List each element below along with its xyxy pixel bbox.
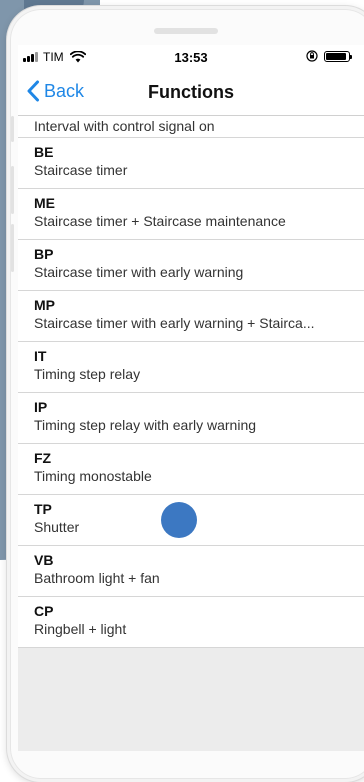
list-item-code: MP bbox=[34, 297, 55, 313]
touch-indicator bbox=[161, 502, 197, 538]
list-item-mp[interactable]: MP Staircase timer with early warning + … bbox=[18, 291, 364, 342]
list-item-code: CP bbox=[34, 603, 54, 619]
list-item-code: BE bbox=[34, 144, 54, 160]
list-item-description: Staircase timer with early warning bbox=[34, 264, 244, 280]
list-item-code: IT bbox=[34, 348, 47, 364]
list-item-code: BP bbox=[34, 246, 54, 262]
list-item-description: Interval with control signal on bbox=[34, 118, 215, 134]
orientation-lock-icon bbox=[306, 50, 318, 62]
list-item-interval-control-on[interactable]: Interval with control signal on bbox=[18, 116, 364, 138]
list-item-me[interactable]: ME Staircase timer + Staircase maintenan… bbox=[18, 189, 364, 240]
list-item-description: Timing monostable bbox=[34, 468, 152, 484]
list-item-description: Staircase timer bbox=[34, 162, 128, 178]
list-item-fz[interactable]: FZ Timing monostable bbox=[18, 444, 364, 495]
list-item-code: FZ bbox=[34, 450, 52, 466]
list-item-vb[interactable]: VB Bathroom light + fan bbox=[18, 546, 364, 597]
battery-icon bbox=[324, 50, 352, 62]
list-item-ip[interactable]: IP Timing step relay with early warning bbox=[18, 393, 364, 444]
list-item-bp[interactable]: BP Staircase timer with early warning bbox=[18, 240, 364, 291]
navigation-bar: Back Functions bbox=[18, 71, 364, 116]
list-item-cp[interactable]: CP Ringbell + light bbox=[18, 597, 364, 648]
app-screen: TIM 13:53 Back Functions Interval with c… bbox=[18, 45, 364, 751]
list-item-description: Staircase timer with early warning + Sta… bbox=[34, 315, 315, 331]
list-item-description: Staircase timer + Staircase maintenance bbox=[34, 213, 286, 229]
list-item-it[interactable]: IT Timing step relay bbox=[18, 342, 364, 393]
phone-volume-down bbox=[11, 224, 14, 272]
phone-speaker bbox=[154, 28, 218, 34]
list-item-description: Timing step relay with early warning bbox=[34, 417, 257, 433]
phone-volume-up bbox=[11, 166, 14, 214]
status-right bbox=[306, 50, 352, 62]
list-item-code: VB bbox=[34, 552, 54, 568]
list-item-code: ME bbox=[34, 195, 55, 211]
page-title: Functions bbox=[148, 82, 234, 102]
status-bar: TIM 13:53 bbox=[18, 45, 364, 71]
list-item-description: Bathroom light + fan bbox=[34, 570, 160, 586]
list-item-code: IP bbox=[34, 399, 48, 415]
phone-silent-switch bbox=[11, 116, 14, 142]
functions-list: Interval with control signal on BE Stair… bbox=[18, 116, 364, 648]
list-item-description: Ringbell + light bbox=[34, 621, 127, 637]
list-item-description: Timing step relay bbox=[34, 366, 141, 382]
list-item-be[interactable]: BE Staircase timer bbox=[18, 138, 364, 189]
